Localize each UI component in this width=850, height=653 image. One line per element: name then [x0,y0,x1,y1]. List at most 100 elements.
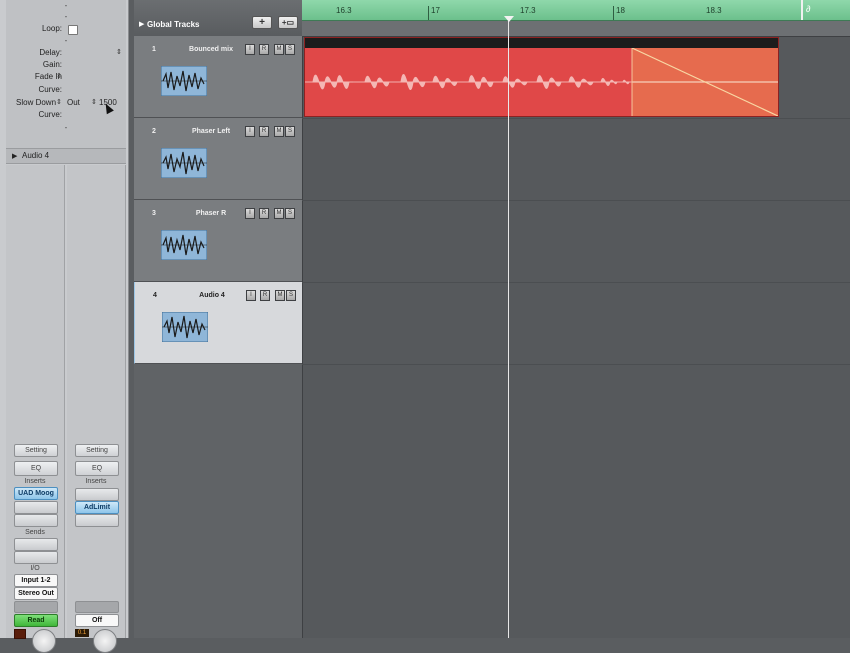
end-flag-glyph-icon: ∂ [806,4,811,14]
channel-strip-audio: Setting EQ Inserts UAD Moog Sends I/O In… [6,165,65,653]
insert-slot-empty[interactable] [14,514,58,527]
track-parameters-name: Audio 4 [22,151,50,160]
disclosure-triangle-icon[interactable]: ▶ [12,152,17,160]
input-monitor-button[interactable]: I [245,44,255,55]
track-header[interactable]: 1 Bounced mix I R M S [134,36,302,118]
track-name[interactable]: Phaser Left [182,128,240,135]
track-header[interactable]: 2 Phaser Left I R M S [134,118,302,200]
io-label: I/O [30,565,40,572]
record-enable-button[interactable]: R [259,126,269,137]
end-flag-icon[interactable] [801,0,803,20]
loop-label: Loop: [41,24,62,33]
fade-in-stepper-icon[interactable]: ⇕ [56,71,62,83]
param-row: - [6,122,126,134]
playhead[interactable] [508,16,509,638]
track-number: 1 [152,46,156,53]
loop-row: Loop: [6,23,126,35]
region-title-bar[interactable] [305,38,778,48]
insert-slot-empty[interactable] [14,501,58,514]
eq-button[interactable]: EQ [75,461,119,476]
ruler-secondary-strip [302,21,850,37]
ruler-tick [613,6,614,20]
curve-row[interactable]: Curve: [6,84,126,96]
delay-stepper-icon[interactable]: ⇕ [116,47,122,59]
level-readout: 0.1 [75,629,89,637]
slow-down-select[interactable]: Slow Down [16,97,56,109]
mute-button[interactable]: M [274,126,284,137]
track-name[interactable]: Audio 4 [183,292,241,299]
plus-icon[interactable]: + [252,16,272,29]
mute-button[interactable]: M [274,44,284,55]
channel-strip-output: Setting EQ Inserts AdLimit Off 0.1 [67,165,126,653]
setting-button[interactable]: Setting [14,444,58,457]
insert-slot-empty[interactable] [75,514,119,527]
setting-button[interactable]: Setting [75,444,119,457]
track-name[interactable]: Phaser R [182,210,240,217]
out-stepper-icon[interactable]: ⇕ [91,97,97,109]
mute-button[interactable]: M [275,290,285,301]
record-enable-button[interactable]: R [259,208,269,219]
playhead-icon[interactable] [504,16,514,22]
bar-ruler[interactable]: 16.3 17 17.3 18 18.3 [302,0,850,21]
solo-button[interactable]: S [285,208,295,219]
insert-slot-adlimit[interactable]: AdLimit [75,501,119,514]
param-dash: - [64,36,68,45]
input-monitor-button[interactable]: I [246,290,256,301]
solo-button[interactable]: S [285,44,295,55]
curve-label: Curve: [38,85,62,94]
param-row: - [6,11,126,23]
track-number: 3 [152,210,156,217]
group-slot[interactable] [75,601,119,613]
sends-label: Sends [25,529,45,536]
automation-mode-read[interactable]: Read [14,614,58,627]
track-name[interactable]: Bounced mix [182,46,240,53]
gain-label: Gain: [42,60,62,69]
loop-checkbox[interactable] [68,25,78,35]
track-header[interactable]: 3 Phaser R I R M S [134,200,302,282]
solo-button[interactable]: S [285,126,295,137]
audio-region-bounced-mix[interactable] [304,37,779,117]
output-button[interactable]: Stereo Out [14,587,58,600]
input-monitor-button[interactable]: I [245,208,255,219]
param-row: - [6,35,126,47]
inspector: - - Loop: - Delay: ⇕ Gain: Fade In ⇕ Cur… [0,0,129,653]
track-number: 2 [152,128,156,135]
record-enable-button[interactable]: R [260,290,270,301]
insert-slot-empty[interactable] [75,488,119,501]
param-dash: - [64,123,68,132]
mute-button[interactable]: M [274,208,284,219]
slow-down-stepper-icon[interactable]: ⇕ [56,97,62,109]
global-tracks-label[interactable]: Global Tracks [147,20,199,29]
gain-row[interactable]: Gain: [6,59,126,71]
global-tracks-bar: ▶ Global Tracks + +▭ [134,0,302,37]
region-waveform [305,48,778,116]
disclosure-triangle-icon[interactable]: ▶ [139,20,144,28]
delay-label: Delay: [39,48,62,57]
ruler-label: 18 [616,6,625,15]
insert-slot-uad-moog[interactable]: UAD Moog [14,487,58,500]
pan-knob[interactable] [32,629,56,653]
ruler-tick [428,6,429,20]
record-enable-button[interactable]: R [259,44,269,55]
track-header-selected[interactable]: 4 Audio 4 I R M S [134,282,303,364]
waveform-icon [161,66,207,96]
lane-divider [302,364,850,365]
ruler-label: 17.3 [520,6,536,15]
track-parameters-header[interactable]: ▶ Audio 4 [6,148,126,164]
group-slot[interactable] [14,601,58,613]
send-slot-empty[interactable] [14,538,58,551]
track-number: 4 [153,292,157,299]
ruler-label: 17 [431,6,440,15]
fade-in-row[interactable]: Fade In ⇕ [6,71,126,83]
send-slot-empty[interactable] [14,551,58,564]
input-monitor-button[interactable]: I [245,126,255,137]
folder-plus-icon[interactable]: +▭ [278,16,298,29]
delay-row[interactable]: Delay: ⇕ [6,47,126,59]
eq-button[interactable]: EQ [14,461,58,476]
automation-mode-off[interactable]: Off [75,614,119,627]
pan-knob[interactable] [93,629,117,653]
solo-button[interactable]: S [286,290,296,301]
waveform-icon [161,148,207,178]
input-button[interactable]: Input 1-2 [14,574,58,587]
lane-divider [302,200,850,201]
